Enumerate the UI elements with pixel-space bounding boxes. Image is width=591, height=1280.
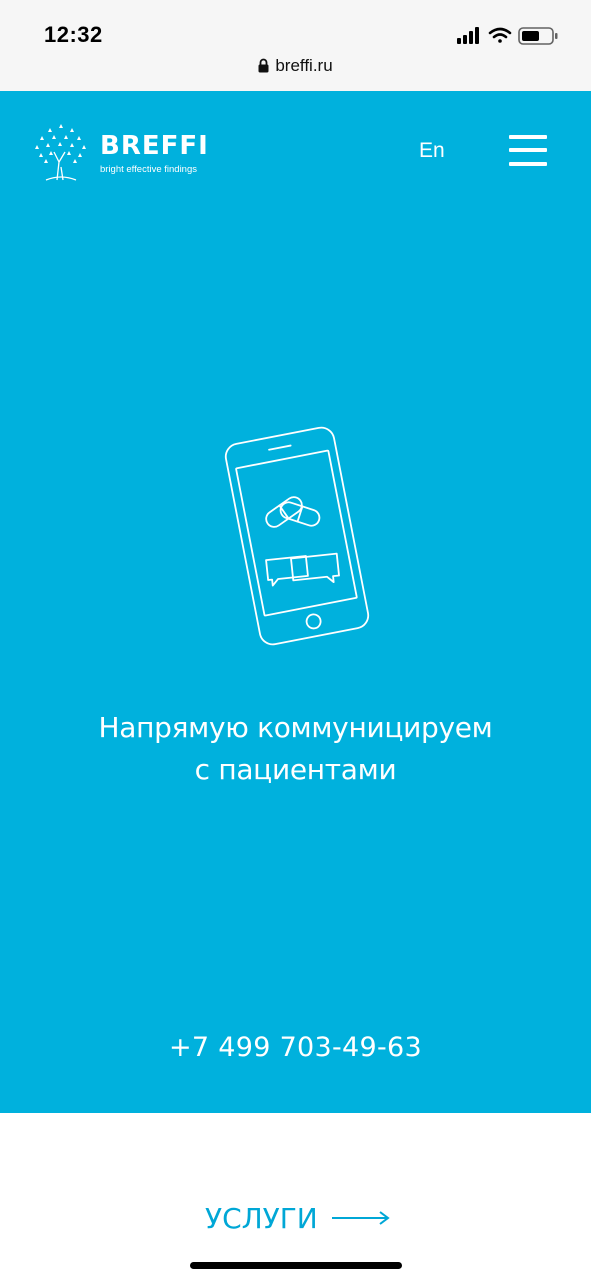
- status-time: 12:32: [44, 22, 103, 47]
- hero-headline: Напрямую коммуницируем с пациентами: [0, 707, 591, 791]
- system-icons: [457, 27, 558, 45]
- services-link[interactable]: УСЛУГИ: [205, 1198, 390, 1238]
- chat-bubbles-icon: [265, 552, 340, 587]
- headline-line-1: Напрямую коммуницируем: [98, 711, 493, 744]
- language-switch[interactable]: En: [419, 139, 445, 163]
- wifi-icon: [488, 27, 512, 43]
- brand-logo[interactable]: BREFFI bright effective findings: [32, 122, 212, 182]
- battery-icon: [518, 27, 558, 45]
- smartphone-chat-icon: [224, 426, 370, 646]
- brand-tagline: bright effective findings: [100, 164, 197, 175]
- headline-line-2: с пациентами: [194, 753, 397, 786]
- tree-logo-icon: [35, 124, 86, 181]
- menu-hamburger-icon[interactable]: [509, 135, 547, 167]
- signal-icon: [457, 27, 479, 44]
- services-label: УСЛУГИ: [205, 1201, 318, 1235]
- contact-phone-link[interactable]: +7 499 703-49-63: [0, 1032, 591, 1063]
- brand-name: BREFFI: [100, 131, 209, 161]
- hero-section: BREFFI bright effective findings En Напр…: [0, 91, 591, 1113]
- status-bar: 12:32 breffi.ru: [0, 0, 591, 91]
- address-bar[interactable]: breffi.ru: [0, 56, 591, 76]
- pills-icon: [265, 496, 321, 528]
- lock-icon: [258, 58, 269, 73]
- arrow-right-icon: [331, 1211, 390, 1225]
- home-indicator: [190, 1262, 402, 1269]
- url-text: breffi.ru: [275, 56, 333, 75]
